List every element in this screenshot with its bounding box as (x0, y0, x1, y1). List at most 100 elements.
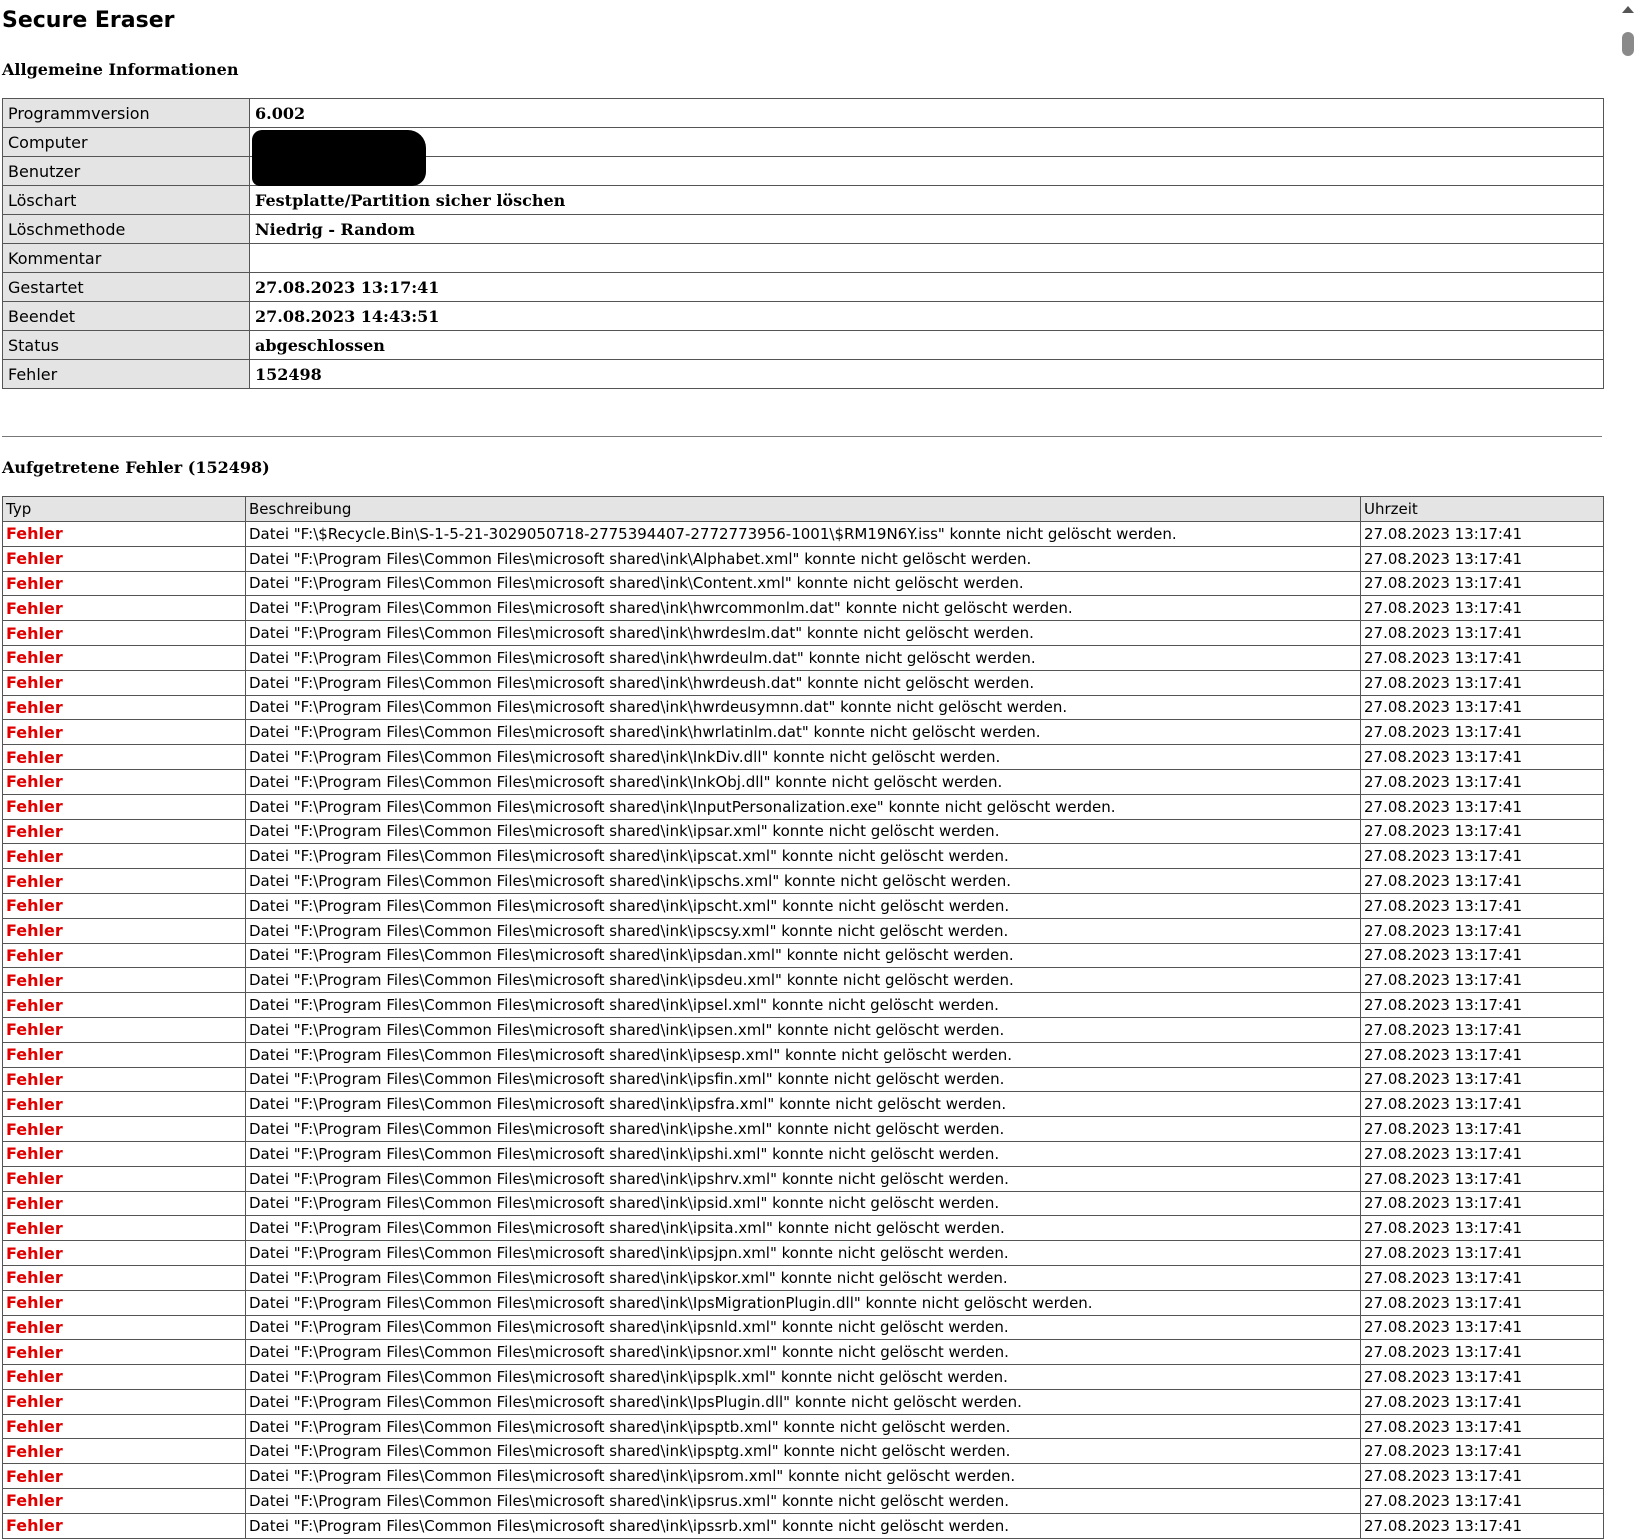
error-type-cell: Fehler (2, 1463, 246, 1490)
info-value (249, 243, 1604, 273)
error-time-cell: 27.08.2023 13:17:41 (1360, 1488, 1604, 1514)
error-description-cell: Datei "F:\Program Files\Common Files\mic… (245, 1463, 1361, 1490)
error-type-cell: Fehler (2, 992, 246, 1018)
table-row: Fehler Datei "F:\Program Files\Common Fil… (2, 644, 1604, 671)
table-row: Fehler Datei "F:\Program Files\Common Fil… (2, 1016, 1604, 1043)
error-type-cell: Fehler (2, 868, 246, 894)
table-row: Fehler Datei "F:\Program Files\Common Fil… (2, 719, 1604, 746)
error-time-cell: 27.08.2023 13:17:41 (1360, 1016, 1604, 1043)
error-type-cell: Fehler (2, 521, 246, 547)
info-value: 152498 (249, 359, 1604, 389)
error-time-cell: 27.08.2023 13:17:41 (1360, 1240, 1604, 1266)
table-row: Fehler Datei "F:\Program Files\Common Fil… (2, 793, 1604, 820)
table-row: Fehler Datei "F:\Program Files\Common Fil… (2, 1140, 1604, 1167)
error-time-cell: 27.08.2023 13:17:41 (1360, 1512, 1604, 1539)
table-row: Fehler Datei "F:\Program Files\Common Fil… (2, 818, 1604, 845)
vertical-scrollbar[interactable] (1616, 0, 1640, 1527)
error-time-cell: 27.08.2023 13:17:41 (1360, 1066, 1604, 1093)
error-type-cell: Fehler (2, 1066, 246, 1093)
table-row: Fehler Datei "F:\Program Files\Common Fil… (2, 1314, 1604, 1341)
info-row: Fehler 152498 (2, 359, 1604, 389)
errors-heading: Aufgetretene Fehler (152498) (2, 458, 270, 477)
error-description-cell: Datei "F:\Program Files\Common Files\mic… (245, 719, 1361, 746)
info-label: Status (2, 330, 250, 360)
error-type-cell: Fehler (2, 644, 246, 671)
error-time-cell: 27.08.2023 13:17:41 (1360, 1264, 1604, 1291)
scrollbar-thumb[interactable] (1622, 32, 1634, 56)
error-description-cell: Datei "F:\Program Files\Common Files\mic… (245, 669, 1361, 696)
error-time-cell: 27.08.2023 13:17:41 (1360, 719, 1604, 746)
info-label: Computer (2, 127, 250, 157)
error-description-cell: Datei "F:\Program Files\Common Files\mic… (245, 768, 1361, 795)
error-description-cell: Datei "F:\Program Files\Common Files\mic… (245, 1289, 1361, 1316)
error-description-cell: Datei "F:\Program Files\Common Files\mic… (245, 992, 1361, 1018)
error-description-cell: Datei "F:\Program Files\Common Files\mic… (245, 1438, 1361, 1465)
info-row: Kommentar (2, 243, 1604, 273)
table-row: Fehler Datei "F:\Program Files\Common Fil… (2, 1438, 1604, 1465)
error-time-cell: 27.08.2023 13:17:41 (1360, 1438, 1604, 1465)
error-time-cell: 27.08.2023 13:17:41 (1360, 942, 1604, 969)
error-time-cell: 27.08.2023 13:17:41 (1360, 1364, 1604, 1390)
error-time-cell: 27.08.2023 13:17:41 (1360, 1314, 1604, 1341)
error-time-cell: 27.08.2023 13:17:41 (1360, 1463, 1604, 1490)
error-time-cell: 27.08.2023 13:17:41 (1360, 992, 1604, 1018)
table-row: Fehler Datei "F:\Program Files\Common Fil… (2, 942, 1604, 969)
error-time-cell: 27.08.2023 13:17:41 (1360, 967, 1604, 994)
table-row: Fehler Datei "F:\$Recycle.Bin\S-1-5-21-30… (2, 521, 1604, 547)
info-row: Gestartet 27.08.2023 13:17:41 (2, 272, 1604, 302)
info-label: Löschmethode (2, 214, 250, 244)
table-row: Fehler Datei "F:\Program Files\Common Fil… (2, 967, 1604, 994)
table-row: Fehler Datei "F:\Program Files\Common Fil… (2, 1264, 1604, 1291)
error-time-cell: 27.08.2023 13:17:41 (1360, 768, 1604, 795)
error-description-cell: Datei "F:\Program Files\Common Files\mic… (245, 1488, 1361, 1514)
error-type-cell: Fehler (2, 1289, 246, 1316)
error-type-cell: Fehler (2, 1140, 246, 1167)
table-row: Fehler Datei "F:\Program Files\Common Fil… (2, 595, 1604, 622)
error-description-cell: Datei "F:\Program Files\Common Files\mic… (245, 1339, 1361, 1366)
error-type-cell: Fehler (2, 744, 246, 770)
error-type-cell: Fehler (2, 694, 246, 721)
error-type-cell: Fehler (2, 967, 246, 994)
table-row: Fehler Datei "F:\Program Files\Common Fil… (2, 669, 1604, 696)
error-type-cell: Fehler (2, 1488, 246, 1514)
table-row: Fehler Datei "F:\Program Files\Common Fil… (2, 545, 1604, 572)
error-time-cell: 27.08.2023 13:17:41 (1360, 620, 1604, 646)
error-type-cell: Fehler (2, 1264, 246, 1291)
table-row: Fehler Datei "F:\Program Files\Common Fil… (2, 1339, 1604, 1366)
error-type-cell: Fehler (2, 719, 246, 746)
table-row: Fehler Datei "F:\Program Files\Common Fil… (2, 1116, 1604, 1142)
error-description-cell: Datei "F:\Program Files\Common Files\mic… (245, 1140, 1361, 1167)
info-row: Benutzer (2, 156, 1604, 186)
table-row: Fehler Datei "F:\Program Files\Common Fil… (2, 1165, 1604, 1192)
error-type-cell: Fehler (2, 768, 246, 795)
error-time-cell: 27.08.2023 13:17:41 (1360, 644, 1604, 671)
error-description-cell: Datei "F:\Program Files\Common Files\mic… (245, 644, 1361, 671)
error-description-cell: Datei "F:\Program Files\Common Files\mic… (245, 1165, 1361, 1192)
error-type-cell: Fehler (2, 1339, 246, 1366)
error-type-cell: Fehler (2, 1091, 246, 1118)
error-time-cell: 27.08.2023 13:17:41 (1360, 595, 1604, 622)
error-type-cell: Fehler (2, 669, 246, 696)
error-time-cell: 27.08.2023 13:17:41 (1360, 892, 1604, 919)
table-row: Fehler Datei "F:\Program Files\Common Fil… (2, 1215, 1604, 1242)
info-value: Niedrig - Random (249, 214, 1604, 244)
table-row: Fehler Datei "F:\Program Files\Common Fil… (2, 744, 1604, 770)
error-time-cell: 27.08.2023 13:17:41 (1360, 1339, 1604, 1366)
info-label: Benutzer (2, 156, 250, 186)
table-row: Fehler Datei "F:\Program Files\Common Fil… (2, 1041, 1604, 1068)
page-title: Secure Eraser (2, 8, 175, 33)
error-type-cell: Fehler (2, 892, 246, 919)
table-row: Fehler Datei "F:\Program Files\Common Fil… (2, 992, 1604, 1018)
error-time-cell: 27.08.2023 13:17:41 (1360, 545, 1604, 572)
error-time-cell: 27.08.2023 13:17:41 (1360, 521, 1604, 547)
table-row: Fehler Datei "F:\Program Files\Common Fil… (2, 768, 1604, 795)
table-row: Fehler Datei "F:\Program Files\Common Fil… (2, 843, 1604, 870)
info-value: 6.002 (249, 98, 1604, 128)
error-description-cell: Datei "F:\Program Files\Common Files\mic… (245, 1066, 1361, 1093)
error-time-cell: 27.08.2023 13:17:41 (1360, 818, 1604, 845)
info-label: Beendet (2, 301, 250, 331)
error-type-cell: Fehler (2, 1388, 246, 1415)
error-type-cell: Fehler (2, 1438, 246, 1465)
section-divider (2, 436, 1602, 437)
chevron-up-icon[interactable] (1622, 6, 1634, 13)
